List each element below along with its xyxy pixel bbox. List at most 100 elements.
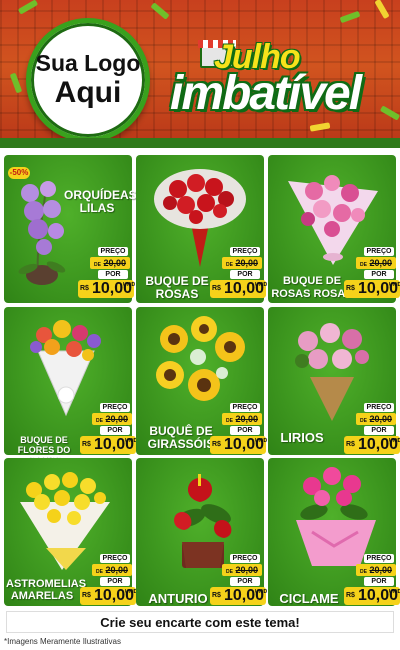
new-price: R$ 10,00 UNID: [80, 587, 137, 605]
currency-label: R$: [346, 441, 355, 448]
product-name: ANTURIO: [148, 591, 208, 606]
unit-label: UNID: [123, 282, 136, 288]
currency-label: R$: [212, 441, 221, 448]
logo-placeholder[interactable]: Sua Logo Aqui: [26, 18, 150, 142]
orchid-image: [18, 181, 66, 285]
price-label: PREÇO: [364, 247, 394, 256]
old-price-value: 20,00: [235, 258, 258, 268]
unit-label: UNID: [389, 438, 400, 444]
product-card[interactable]: BUQUE DE ROSAS PREÇO DE 20,00 POR R$ 10,…: [136, 155, 267, 303]
old-price: DE 20,00: [90, 257, 130, 269]
por-label: POR: [230, 577, 260, 586]
unit-label: UNID: [255, 589, 268, 595]
currency-label: R$: [82, 441, 91, 448]
old-price: DE 20,00: [356, 413, 396, 425]
product-card[interactable]: ANTURIO PREÇO DE 20,00 POR R$ 10,00 UNID: [136, 458, 268, 606]
product-name: ASTROMELIAS AMARELAS: [6, 578, 87, 602]
price-label: PREÇO: [100, 554, 130, 563]
product-card[interactable]: LIRIOS PREÇO DE 20,00 POR R$ 10,00 UNID: [268, 307, 400, 455]
de-label: DE: [360, 418, 367, 424]
unit-label: UNID: [389, 589, 400, 595]
de-label: DE: [94, 262, 101, 268]
product-card[interactable]: BUQUE DE ROSAS ROSAS PREÇO DE 20,00 POR …: [268, 155, 400, 303]
confetti-decoration: [9, 72, 23, 94]
new-price: R$ 10,00 UNID: [210, 436, 268, 454]
unit-label: UNID: [255, 282, 268, 288]
old-price-value: 20,00: [369, 414, 392, 424]
currency-label: R$: [82, 592, 91, 599]
price-tag: PREÇO DE 20,00 POR R$ 10,00 UNID: [344, 554, 400, 605]
new-price: R$ 10,00 UNID: [78, 280, 136, 298]
price-label: PREÇO: [100, 403, 130, 412]
product-card[interactable]: BUQUÊ DE GIRASSÓIS PREÇO DE 20,00 POR R$…: [136, 307, 268, 455]
header-banner: Sua Logo Aqui Julho imbatível: [0, 0, 400, 148]
product-name: BUQUE DE ROSAS ROSAS: [271, 275, 353, 300]
confetti-decoration: [339, 10, 361, 24]
price-label: PREÇO: [230, 403, 260, 412]
por-label: POR: [364, 577, 394, 586]
currency-label: R$: [212, 285, 221, 292]
old-price: DE 20,00: [356, 257, 396, 269]
price-label: PREÇO: [364, 554, 394, 563]
product-grid: -50% ORQUÍDEAS LILAS PREÇO DE 20,00 POR …: [0, 148, 400, 618]
product-card[interactable]: BUQUE DE FLORES DO CAMPO PREÇO DE 20,00 …: [4, 307, 137, 465]
old-price: DE 20,00: [222, 257, 262, 269]
old-price: DE 20,00: [92, 564, 132, 576]
new-price: R$ 10,00 UNID: [344, 280, 400, 298]
por-label: POR: [364, 426, 394, 435]
campaign-title-line2: imbatível: [170, 67, 362, 120]
de-label: DE: [360, 262, 367, 268]
currency-label: R$: [212, 592, 221, 599]
old-price: DE 20,00: [356, 564, 396, 576]
old-price-value: 20,00: [235, 414, 258, 424]
por-label: POR: [364, 270, 394, 279]
por-label: POR: [100, 426, 130, 435]
new-price: R$ 10,00 UNID: [210, 280, 268, 298]
por-label: POR: [98, 270, 128, 279]
confetti-decoration: [17, 0, 39, 15]
de-label: DE: [226, 569, 233, 575]
de-label: DE: [226, 418, 233, 424]
new-price: R$ 10,00 UNID: [344, 436, 400, 454]
product-card[interactable]: -50% ORQUÍDEAS LILAS PREÇO DE 20,00 POR …: [4, 155, 137, 303]
old-price-value: 20,00: [235, 565, 258, 575]
currency-label: R$: [346, 285, 355, 292]
product-name: BUQUE DE ROSAS: [145, 274, 209, 301]
old-price: DE 20,00: [222, 564, 262, 576]
new-price: R$ 10,00 UNID: [344, 587, 400, 605]
product-name: LIRIOS: [280, 430, 324, 445]
price-label: PREÇO: [230, 554, 260, 563]
currency-label: R$: [80, 285, 89, 292]
unit-label: UNID: [255, 438, 268, 444]
de-label: DE: [226, 262, 233, 268]
disclaimer-text: *Imagens Meramente Ilustrativas: [4, 637, 121, 646]
campaign-title: Julho imbatível: [170, 34, 390, 130]
product-card[interactable]: CICLAME PREÇO DE 20,00 POR R$ 10,00 UNID: [268, 458, 400, 606]
old-price-value: 20,00: [105, 565, 128, 575]
price-tag: PREÇO DE 20,00 POR R$ 10,00 UNID: [210, 554, 268, 605]
old-price: DE 20,00: [222, 413, 262, 425]
price-tag: PREÇO DE 20,00 POR R$ 10,00 UNID: [80, 554, 137, 605]
price-tag: PREÇO DE 20,00 POR R$ 10,00 UNID: [80, 403, 137, 454]
price-tag: PREÇO DE 20,00 POR R$ 10,00 UNID: [344, 247, 400, 298]
product-card[interactable]: ASTROMELIAS AMARELAS PREÇO DE 20,00 POR …: [4, 458, 137, 606]
de-label: DE: [360, 569, 367, 575]
cta-banner[interactable]: Crie seu encarte com este tema!: [6, 611, 394, 633]
de-label: DE: [96, 569, 103, 575]
por-label: POR: [230, 426, 260, 435]
price-tag: PREÇO DE 20,00 POR R$ 10,00 UNID: [78, 247, 135, 298]
old-price: DE 20,00: [92, 413, 132, 425]
product-name: CICLAME: [279, 591, 339, 606]
old-price-value: 20,00: [105, 414, 128, 424]
price-tag: PREÇO DE 20,00 POR R$ 10,00 UNID: [210, 247, 267, 298]
old-price-value: 20,00: [369, 258, 392, 268]
price-tag: PREÇO DE 20,00 POR R$ 10,00 UNID: [344, 403, 400, 454]
new-price: R$ 10,00 UNID: [80, 436, 137, 454]
confetti-decoration: [374, 0, 390, 20]
product-name: ORQUÍDEAS LILAS: [64, 188, 137, 215]
logo-line2: Aqui: [54, 76, 122, 109]
logo-line1: Sua Logo: [35, 50, 141, 76]
old-price-value: 20,00: [369, 565, 392, 575]
de-label: DE: [96, 418, 103, 424]
price-label: PREÇO: [230, 247, 260, 256]
